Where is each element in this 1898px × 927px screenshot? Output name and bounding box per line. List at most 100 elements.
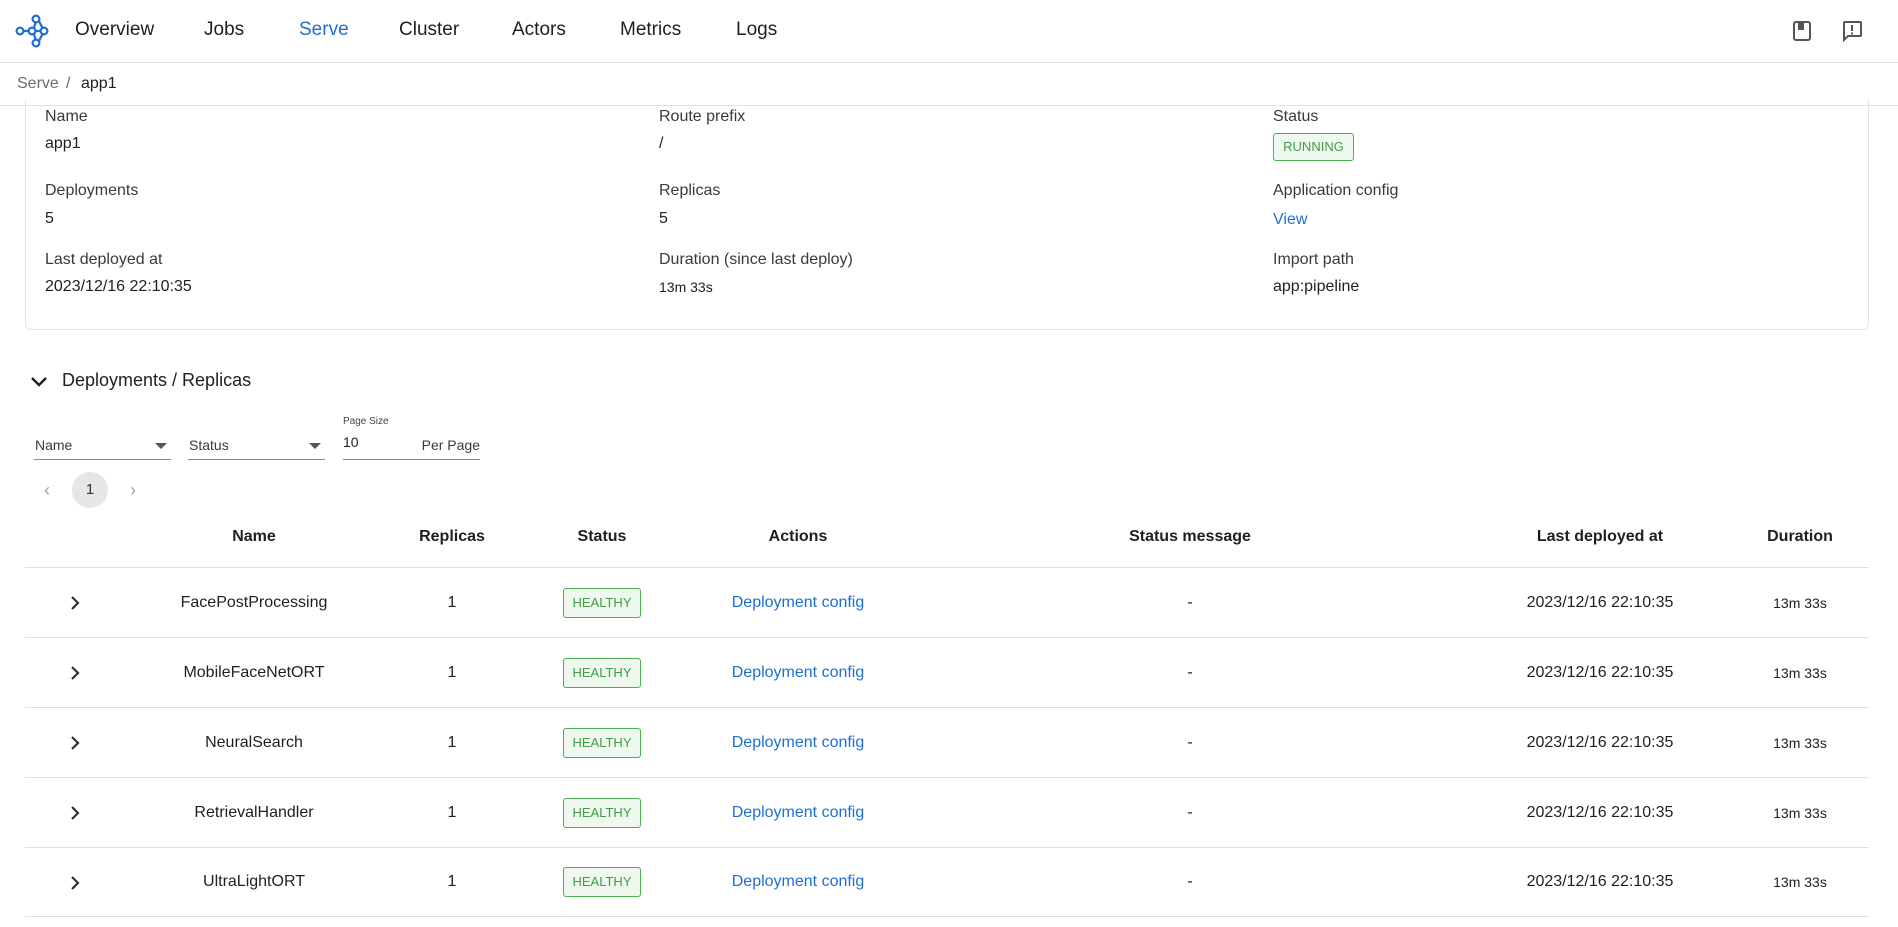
app-status-badge: RUNNING [1273,133,1354,161]
deployment-status-badge: HEALTHY [563,867,641,897]
replicas-label: Replicas [659,182,721,199]
deployment-duration: 13m 33s [1773,804,1827,821]
app-name-value: app1 [45,135,81,152]
nav-logs[interactable]: Logs [736,19,777,41]
application-info-card: Name app1 Route prefix / Status RUNNING … [25,100,1869,330]
deployment-config-link[interactable]: Deployment config [732,804,865,822]
table-row: MobileFaceNetORT 1 HEALTHY Deployment co… [25,637,1869,707]
deployment-replicas: 1 [447,663,457,681]
duration-value: 13m 33s [659,279,713,295]
table-row: FacePostProcessing 1 HEALTHY Deployment … [25,567,1869,637]
top-nav: Overview Jobs Serve Cluster Actors Metri… [0,0,1898,63]
nav-jobs[interactable]: Jobs [204,19,244,41]
column-header-status[interactable]: Status [578,528,627,546]
deployment-replicas: 1 [447,593,457,611]
last-deployed-value: 2023/12/16 22:10:35 [45,278,192,295]
table-row: NeuralSearch 1 HEALTHY Deployment config… [25,707,1869,777]
deployment-status-message: - [1187,663,1193,681]
column-header-actions: Actions [768,528,828,545]
column-header-duration[interactable]: Duration [1767,528,1833,546]
column-header-last-deployed[interactable]: Last deployed at [1537,528,1663,546]
next-page-icon[interactable]: › [123,480,143,500]
deployment-name: RetrievalHandler [194,803,314,821]
previous-page-icon[interactable]: ‹ [37,480,57,500]
column-header-status-message[interactable]: Status message [1129,528,1251,546]
page-size-input[interactable] [343,434,403,450]
import-path-label: Import path [1273,251,1354,268]
deployment-replicas: 1 [447,873,457,890]
deployment-config-link[interactable]: Deployment config [732,734,865,752]
collapse-chevron-icon[interactable] [28,370,50,392]
deployment-name: UltraLightORT [203,873,305,890]
table-row: RetrievalHandler 1 HEALTHY Deployment co… [25,777,1869,847]
deployment-duration: 13m 33s [1773,734,1827,751]
docs-book-icon[interactable] [1790,19,1814,43]
expand-row-chevron-icon[interactable] [65,662,85,684]
deployment-status-message: - [1187,873,1193,890]
deployment-last-deployed: 2023/12/16 22:10:35 [1526,593,1674,611]
dropdown-caret-icon [309,443,321,449]
dropdown-caret-icon [155,443,167,449]
deployment-status-badge: HEALTHY [563,587,641,618]
nav-metrics[interactable]: Metrics [620,19,681,41]
deployment-duration: 13m 33s [1773,664,1827,681]
deployment-status-badge: HEALTHY [563,727,641,758]
replicas-value: 5 [659,210,668,227]
feedback-icon[interactable] [1840,19,1864,43]
application-config-view-link[interactable]: View [1273,211,1307,229]
deployment-config-link[interactable]: Deployment config [732,664,865,682]
deployment-replicas: 1 [447,733,457,751]
status-filter-select[interactable]: Status [188,430,325,460]
deployment-status-message: - [1187,803,1193,821]
table-row: UltraLightORT 1 HEALTHY Deployment confi… [25,847,1869,917]
deployment-name: NeuralSearch [205,733,303,751]
deployment-last-deployed: 2023/12/16 22:10:35 [1526,663,1674,681]
page-size-field: Per Page [343,430,480,460]
status-label: Status [1273,108,1319,125]
column-header-name[interactable]: Name [232,528,276,546]
last-deployed-label: Last deployed at [45,251,163,268]
deployment-status-message: - [1187,733,1193,751]
page-size-label: Page Size [343,416,389,427]
deployment-status-message: - [1187,593,1193,611]
application-config-label: Application config [1273,182,1399,199]
expand-row-chevron-icon[interactable] [65,592,85,614]
breadcrumb-separator: / [66,75,71,92]
deployment-config-link[interactable]: Deployment config [732,873,865,891]
deployment-status-badge: HEALTHY [563,657,641,688]
expand-row-chevron-icon[interactable] [65,802,85,824]
breadcrumb-serve-link[interactable]: Serve [17,75,59,93]
deployment-last-deployed: 2023/12/16 22:10:35 [1526,733,1674,751]
deployments-value: 5 [45,210,54,227]
name-filter-label: Name [35,437,73,453]
ray-logo-icon[interactable] [14,13,50,49]
deployment-name: MobileFaceNetORT [183,663,325,681]
expand-row-chevron-icon[interactable] [65,732,85,754]
duration-label: Duration (since last deploy) [659,251,853,268]
deployment-duration: 13m 33s [1773,874,1827,890]
deployment-duration: 13m 33s [1773,594,1827,611]
deployment-replicas: 1 [447,803,457,821]
nav-overview[interactable]: Overview [75,19,154,41]
deployment-last-deployed: 2023/12/16 22:10:35 [1526,803,1674,821]
route-prefix-label: Route prefix [659,108,746,125]
page-size-suffix: Per Page [421,437,480,453]
deployment-name: FacePostProcessing [180,593,328,611]
deployment-config-link[interactable]: Deployment config [732,594,865,612]
column-header-replicas[interactable]: Replicas [419,528,485,546]
nav-actors[interactable]: Actors [512,19,566,41]
deployments-label: Deployments [45,182,139,199]
expand-row-chevron-icon[interactable] [65,872,85,894]
page-1-button[interactable]: 1 [72,472,108,508]
section-title: Deployments / Replicas [62,370,252,390]
import-path-value: app:pipeline [1273,278,1360,295]
name-filter-select[interactable]: Name [34,430,171,460]
deployment-status-badge: HEALTHY [563,797,641,828]
breadcrumb-current: app1 [81,75,117,92]
route-prefix-value: / [659,135,664,152]
deployment-last-deployed: 2023/12/16 22:10:35 [1526,873,1674,890]
status-filter-label: Status [189,437,229,453]
nav-serve[interactable]: Serve [299,19,349,41]
nav-cluster[interactable]: Cluster [399,19,459,41]
name-label: Name [45,108,88,125]
